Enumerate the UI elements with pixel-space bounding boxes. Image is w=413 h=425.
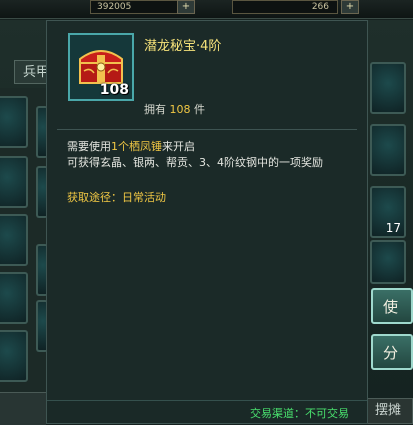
share-button[interactable]: 分享 xyxy=(371,334,413,370)
inventory-slot[interactable] xyxy=(0,272,28,324)
item-description: 需要使用1个栖凤锤来开启 可获得玄晶、银两、帮贡、3、4阶纹钢中的一项奖励 xyxy=(67,139,323,171)
currency-field-1: 392005 + xyxy=(90,0,195,14)
tooltip-header: 108 潜龙秘宝·4阶 拥有 108 件 xyxy=(47,21,367,129)
item-source: 获取途径：日常活动 xyxy=(67,191,166,204)
desc-line1-suffix: 来开启 xyxy=(162,140,195,153)
item-tooltip: 108 潜龙秘宝·4阶 拥有 108 件 需要使用1个栖凤锤来开启 可获得玄晶、… xyxy=(46,20,368,424)
treasure-chest-icon xyxy=(79,50,123,84)
owned-suffix: 件 xyxy=(194,103,205,116)
top-resource-bar: 392005 + 266 + xyxy=(0,0,413,19)
inventory-slot[interactable] xyxy=(370,240,406,284)
slot-count: 17 xyxy=(385,221,401,235)
item-name: 潜龙秘宝·4阶 xyxy=(144,39,222,54)
inventory-slot[interactable] xyxy=(0,214,28,266)
add-currency-button-1[interactable]: + xyxy=(177,0,195,14)
currency-field-2: 266 + xyxy=(232,0,359,14)
owned-count-line: 拥有 108 件 xyxy=(144,101,205,117)
currency-value-2: 266 xyxy=(311,2,329,12)
trade-channel-label: 交易渠道：不可交易 xyxy=(250,407,349,420)
item-icon-frame: 108 xyxy=(68,33,134,101)
inventory-slot[interactable] xyxy=(0,96,28,148)
owned-prefix: 拥有 xyxy=(144,103,166,116)
desc-line1-prefix: 需要使用 xyxy=(67,140,111,153)
owned-count: 108 xyxy=(169,103,191,116)
desc-line-2: 可获得玄晶、银两、帮贡、3、4阶纹钢中的一项奖励 xyxy=(67,156,323,169)
add-currency-button-2[interactable]: + xyxy=(341,0,359,14)
item-stack-count: 108 xyxy=(99,82,129,98)
trade-footer: 交易渠道：不可交易 xyxy=(47,400,367,423)
inventory-slot[interactable] xyxy=(370,124,406,176)
inventory-slot[interactable] xyxy=(0,330,28,382)
inventory-slot[interactable] xyxy=(0,156,28,208)
use-button[interactable]: 使用 xyxy=(371,288,413,324)
inventory-slot[interactable] xyxy=(370,62,406,114)
left-bottom-bar xyxy=(0,392,46,425)
desc-line-1: 需要使用1个栖凤锤来开启 xyxy=(67,139,323,155)
tab-market[interactable]: 摆摊 xyxy=(364,398,413,424)
inventory-slot[interactable]: 17 xyxy=(370,186,406,238)
desc-line1-highlight: 1个栖凤锤 xyxy=(111,140,162,153)
currency-value-1: 392005 xyxy=(97,2,132,12)
tooltip-divider xyxy=(57,129,357,130)
